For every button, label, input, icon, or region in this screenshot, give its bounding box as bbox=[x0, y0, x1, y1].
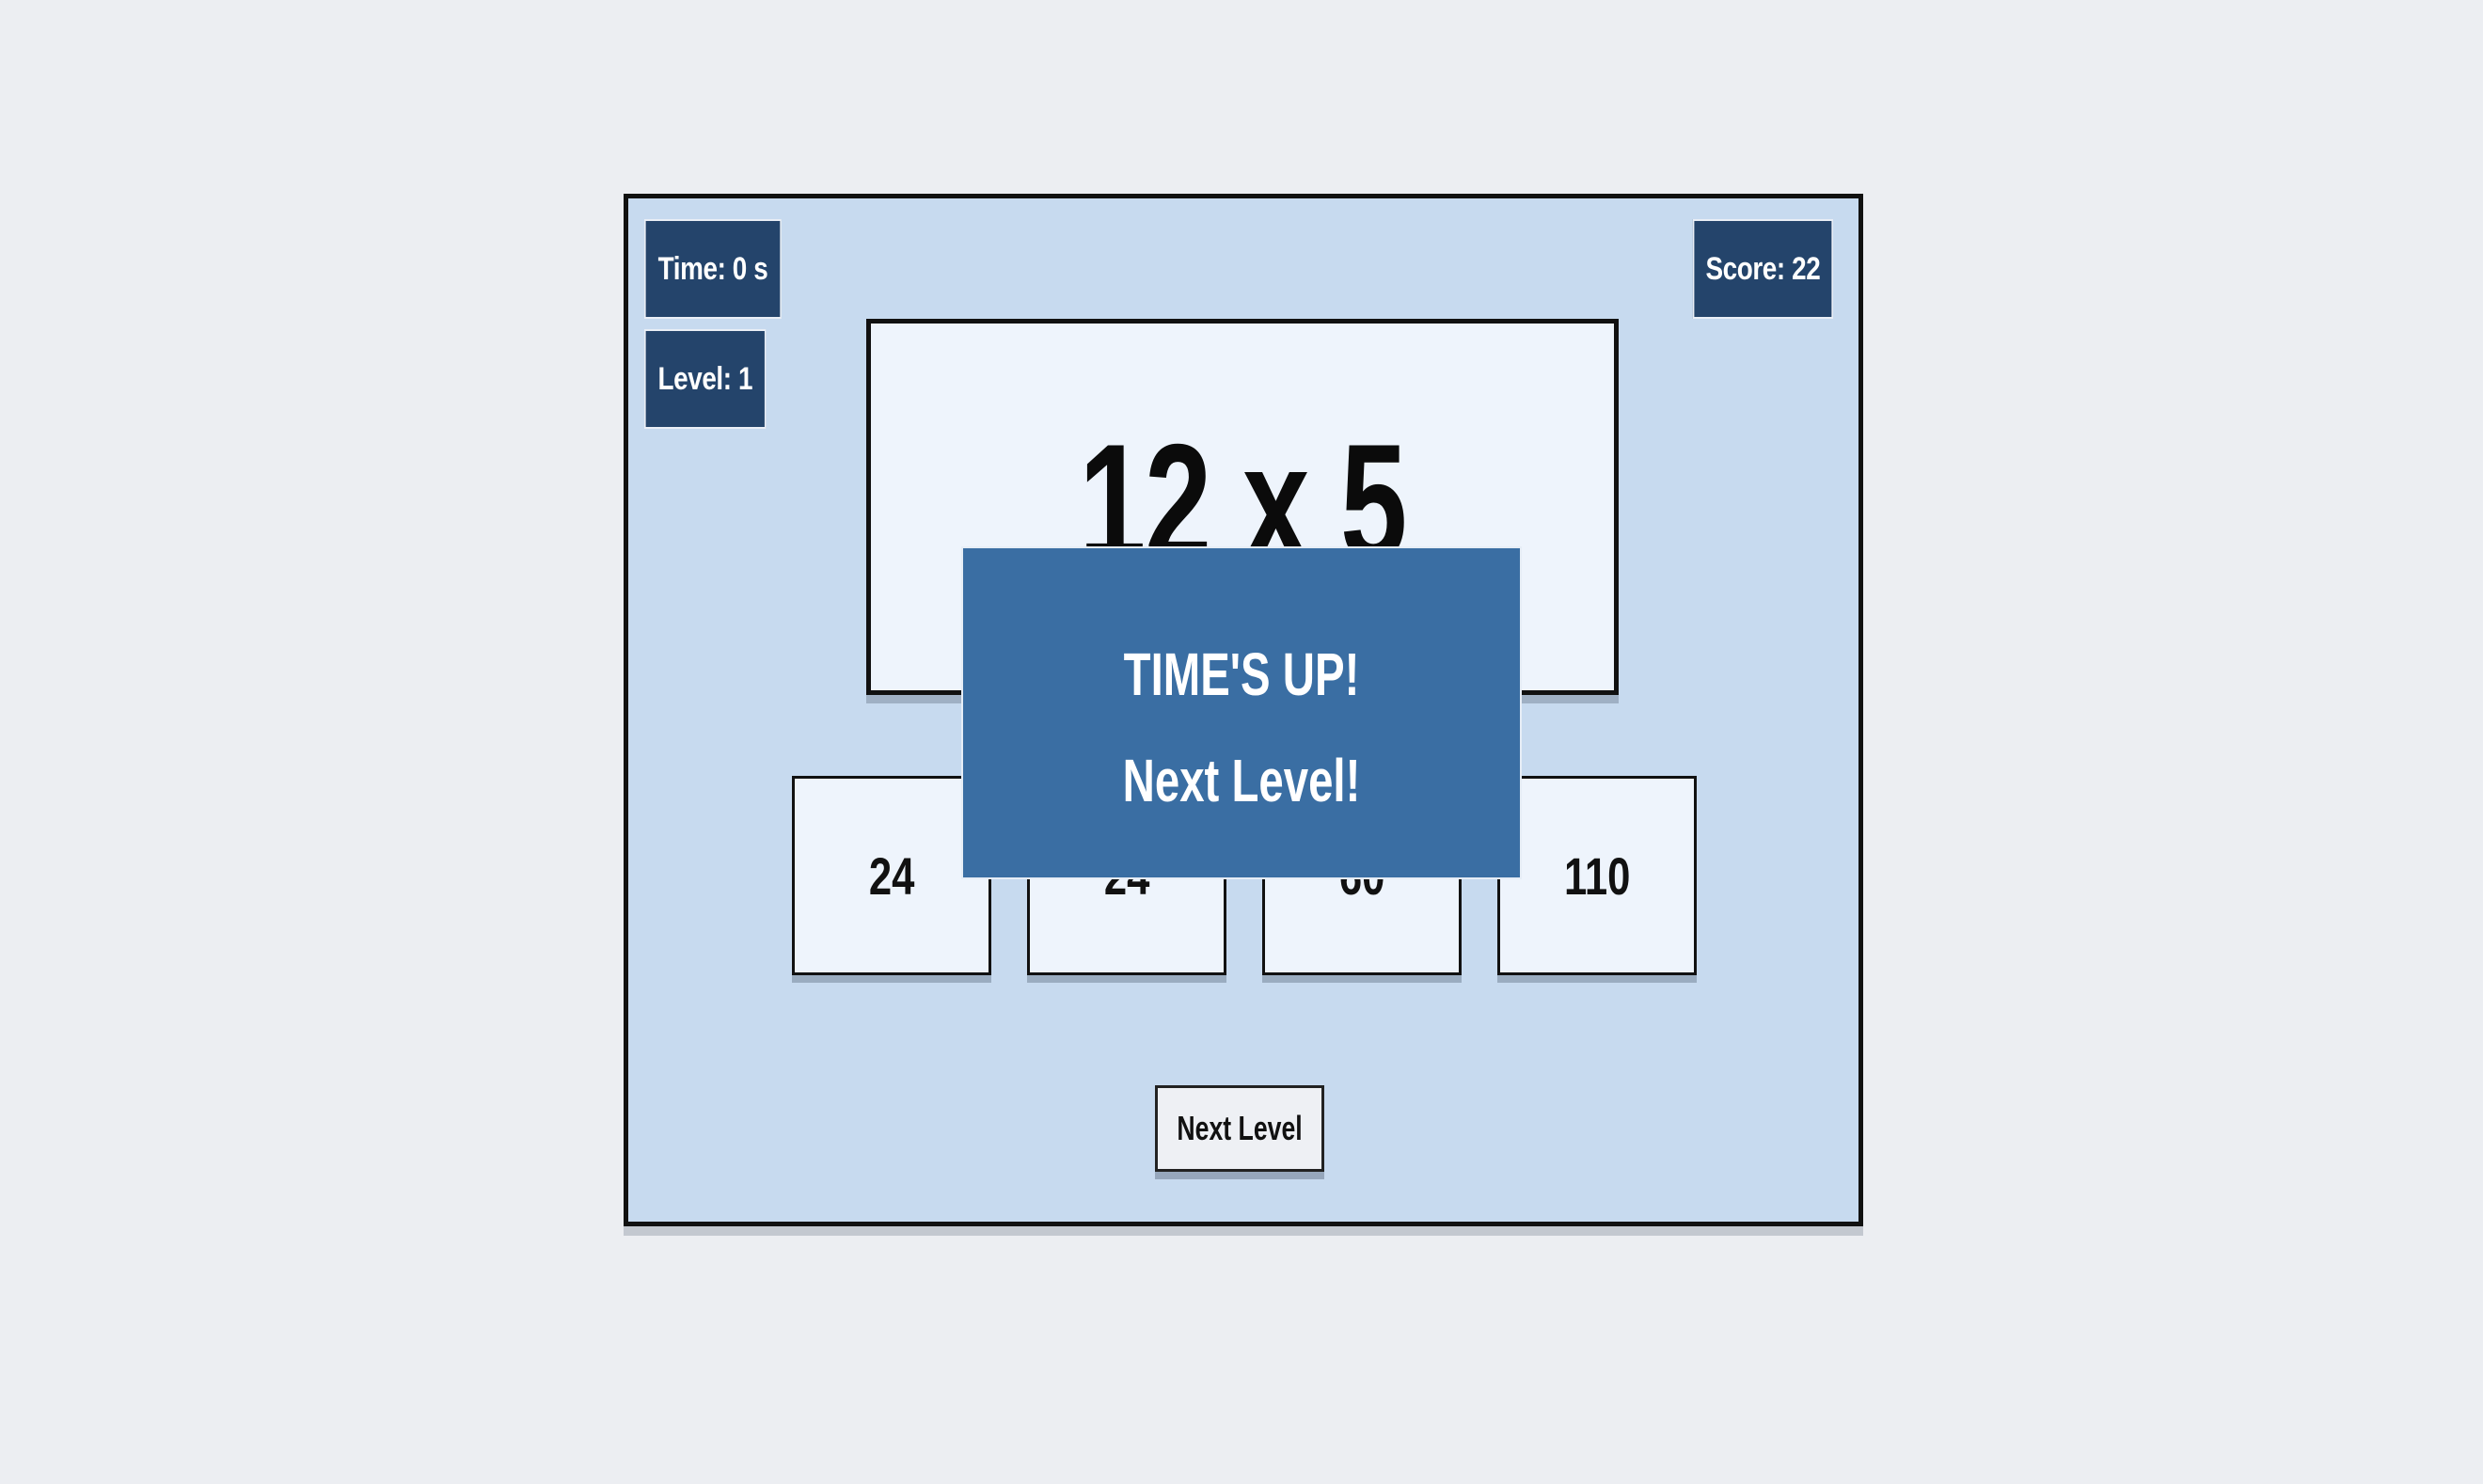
next-level-button[interactable]: Next Level bbox=[1155, 1085, 1324, 1172]
level-display: Level: 1 bbox=[644, 329, 767, 429]
score-label: Score: 22 bbox=[1705, 250, 1821, 287]
times-up-overlay: TIME'S UP! Next Level! bbox=[961, 546, 1522, 879]
time-label: Time: 0 s bbox=[657, 250, 768, 287]
time-display: Time: 0 s bbox=[644, 219, 782, 319]
answer-option-4[interactable]: 110 bbox=[1497, 776, 1697, 975]
answer-option-4-label: 110 bbox=[1563, 845, 1631, 906]
overlay-subtitle: Next Level! bbox=[1122, 747, 1361, 814]
answer-option-1-label: 24 bbox=[868, 845, 915, 906]
game-board: Time: 0 s Level: 1 Score: 22 12 x 5 24 2… bbox=[624, 194, 1863, 1226]
overlay-title: TIME'S UP! bbox=[1123, 640, 1360, 708]
level-label: Level: 1 bbox=[657, 360, 753, 397]
score-display: Score: 22 bbox=[1692, 219, 1833, 319]
next-level-button-label: Next Level bbox=[1177, 1109, 1303, 1147]
